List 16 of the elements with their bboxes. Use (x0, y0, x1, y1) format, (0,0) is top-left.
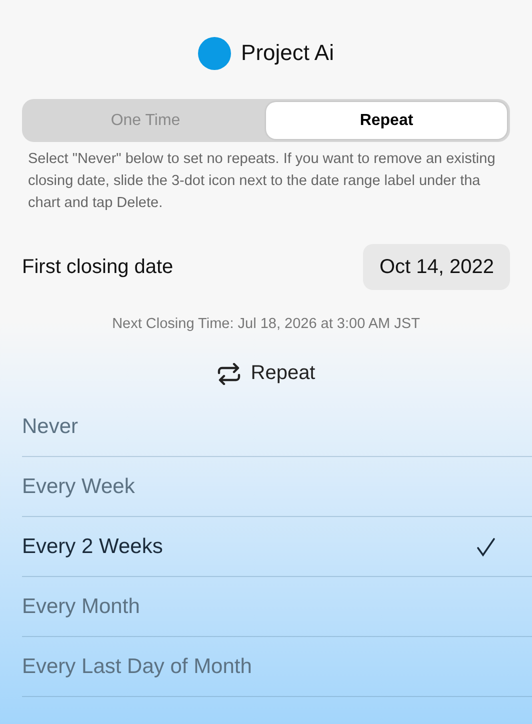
mode-tab[interactable]: One Time (25, 102, 266, 139)
project-title: Project Ai (241, 40, 334, 66)
next-closing-text: Next Closing Time: Jul 18, 2026 at 3:00 AM JST (111, 316, 421, 332)
repeat-option[interactable]: Never (22, 397, 532, 457)
project-color-dot (198, 36, 232, 70)
first-closing-label: First closing date (22, 256, 174, 278)
repeat-option[interactable]: Every Last Day of Month (22, 637, 532, 697)
help-text: Select "Never" below to set no repeats. If you want to remove an existing closing date, slide the 3-dot icon next to the date range label under tha chart and tap Delete. (28, 150, 496, 213)
repeat-icon (216, 362, 241, 384)
repeat-option[interactable]: Every Month (22, 577, 532, 637)
repeat-option[interactable]: Every 2 Weeks (22, 517, 532, 577)
mode-tab[interactable]: Repeat (266, 102, 507, 139)
date-button[interactable]: Oct 14, 2022 (363, 244, 510, 290)
repeat-option[interactable]: Every Week (22, 457, 532, 517)
checkmark-icon (476, 536, 496, 556)
repeat-heading: Repeat (250, 362, 316, 385)
